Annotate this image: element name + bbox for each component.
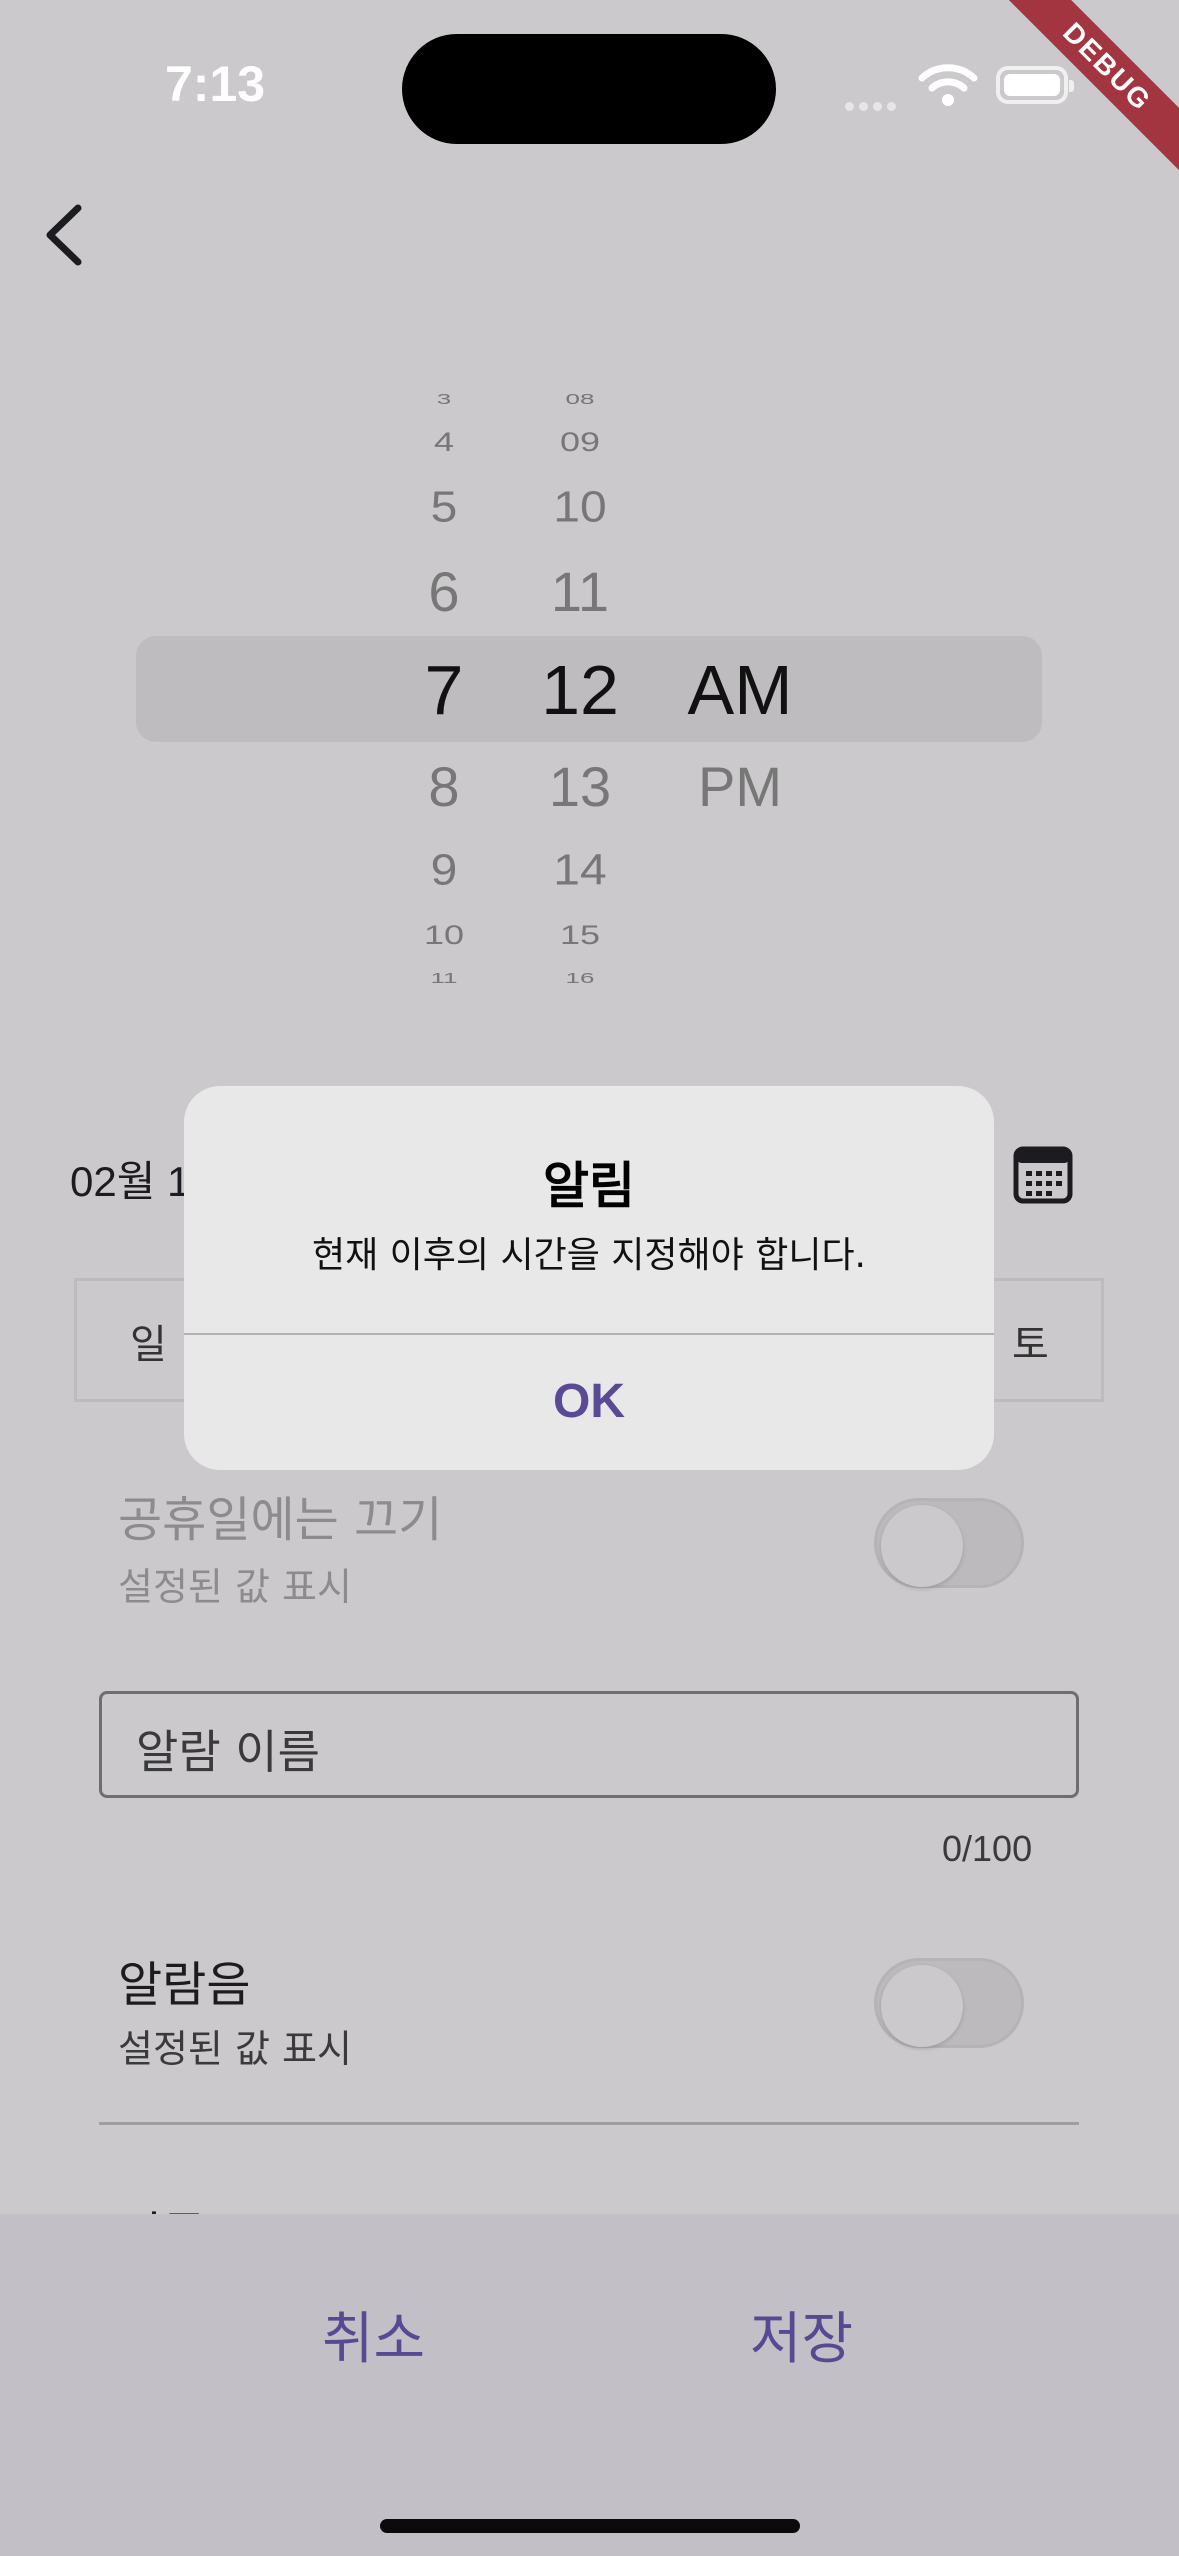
back-button[interactable] xyxy=(38,200,98,270)
bottom-action-bar xyxy=(0,2214,1179,2556)
calendar-icon[interactable] xyxy=(1012,1143,1074,1209)
vibration-title: 진동 xyxy=(118,2195,206,2215)
status-time: 7:13 xyxy=(165,56,266,112)
picker-period-option[interactable]: AM xyxy=(688,655,793,725)
picker-minute-option[interactable]: 12 xyxy=(541,655,619,725)
picker-minute-option[interactable]: 08 xyxy=(566,392,595,406)
holiday-off-toggle[interactable] xyxy=(874,1498,1024,1588)
dialog-title: 알림 xyxy=(543,1157,635,1215)
home-indicator xyxy=(380,2519,800,2533)
dialog-message: 현재 이후의 시간을 지정해야 합니다. xyxy=(311,1235,867,1276)
picker-hour-option[interactable]: 8 xyxy=(428,759,459,815)
alarm-sound-title: 알람음 xyxy=(118,1957,251,2013)
picker-hour-option[interactable]: 6 xyxy=(428,564,459,620)
weekday-sunday[interactable]: 일 xyxy=(130,1312,167,1370)
picker-hour-option[interactable]: 9 xyxy=(431,849,458,892)
alert-dialog: 알림 현재 이후의 시간을 지정해야 합니다. OK xyxy=(184,1086,994,1470)
picker-minute-option[interactable]: 14 xyxy=(553,849,606,892)
wifi-icon xyxy=(918,62,978,112)
dialog-ok-button[interactable]: OK xyxy=(184,1334,994,1470)
picker-hour-option[interactable]: 7 xyxy=(425,655,464,725)
alarm-name-placeholder: 알람 이름 xyxy=(136,1725,320,1779)
alarm-sound-toggle[interactable] xyxy=(874,1958,1024,2048)
alarm-name-counter: 0/100 xyxy=(942,1828,1033,1869)
weekday-saturday[interactable]: 토 xyxy=(1012,1312,1049,1370)
holiday-off-title: 공휴일에는 끄기 xyxy=(118,1492,443,1548)
picker-hour-option[interactable]: 11 xyxy=(431,971,458,985)
battery-icon xyxy=(996,66,1074,104)
picker-minute-option[interactable]: 11 xyxy=(551,564,609,620)
save-button[interactable]: 저장 xyxy=(750,2294,853,2375)
dynamic-island xyxy=(402,34,776,144)
cancel-button[interactable]: 취소 xyxy=(322,2294,425,2375)
picker-minute-option[interactable]: 10 xyxy=(553,486,606,529)
picker-minute-option[interactable]: 13 xyxy=(549,759,611,815)
section-divider xyxy=(99,2122,1079,2125)
picker-minute-option[interactable]: 15 xyxy=(560,921,600,949)
picker-hour-option[interactable]: 10 xyxy=(424,921,464,949)
picker-period-option[interactable]: PM xyxy=(698,759,782,815)
holiday-off-subtitle: 설정된 값 표시 xyxy=(118,1565,352,1609)
alarm-sound-subtitle: 설정된 값 표시 xyxy=(118,2027,352,2071)
picker-minute-option[interactable]: 09 xyxy=(560,428,600,456)
picker-minute-option[interactable]: 16 xyxy=(566,971,595,985)
chevron-left-icon xyxy=(46,204,82,266)
cellular-signal-icon xyxy=(845,96,901,115)
picker-hour-option[interactable]: 5 xyxy=(431,486,458,529)
date-label: 02월 1 xyxy=(70,1158,191,1205)
picker-hour-option[interactable]: 4 xyxy=(434,428,454,456)
picker-hour-option[interactable]: 3 xyxy=(437,392,451,406)
